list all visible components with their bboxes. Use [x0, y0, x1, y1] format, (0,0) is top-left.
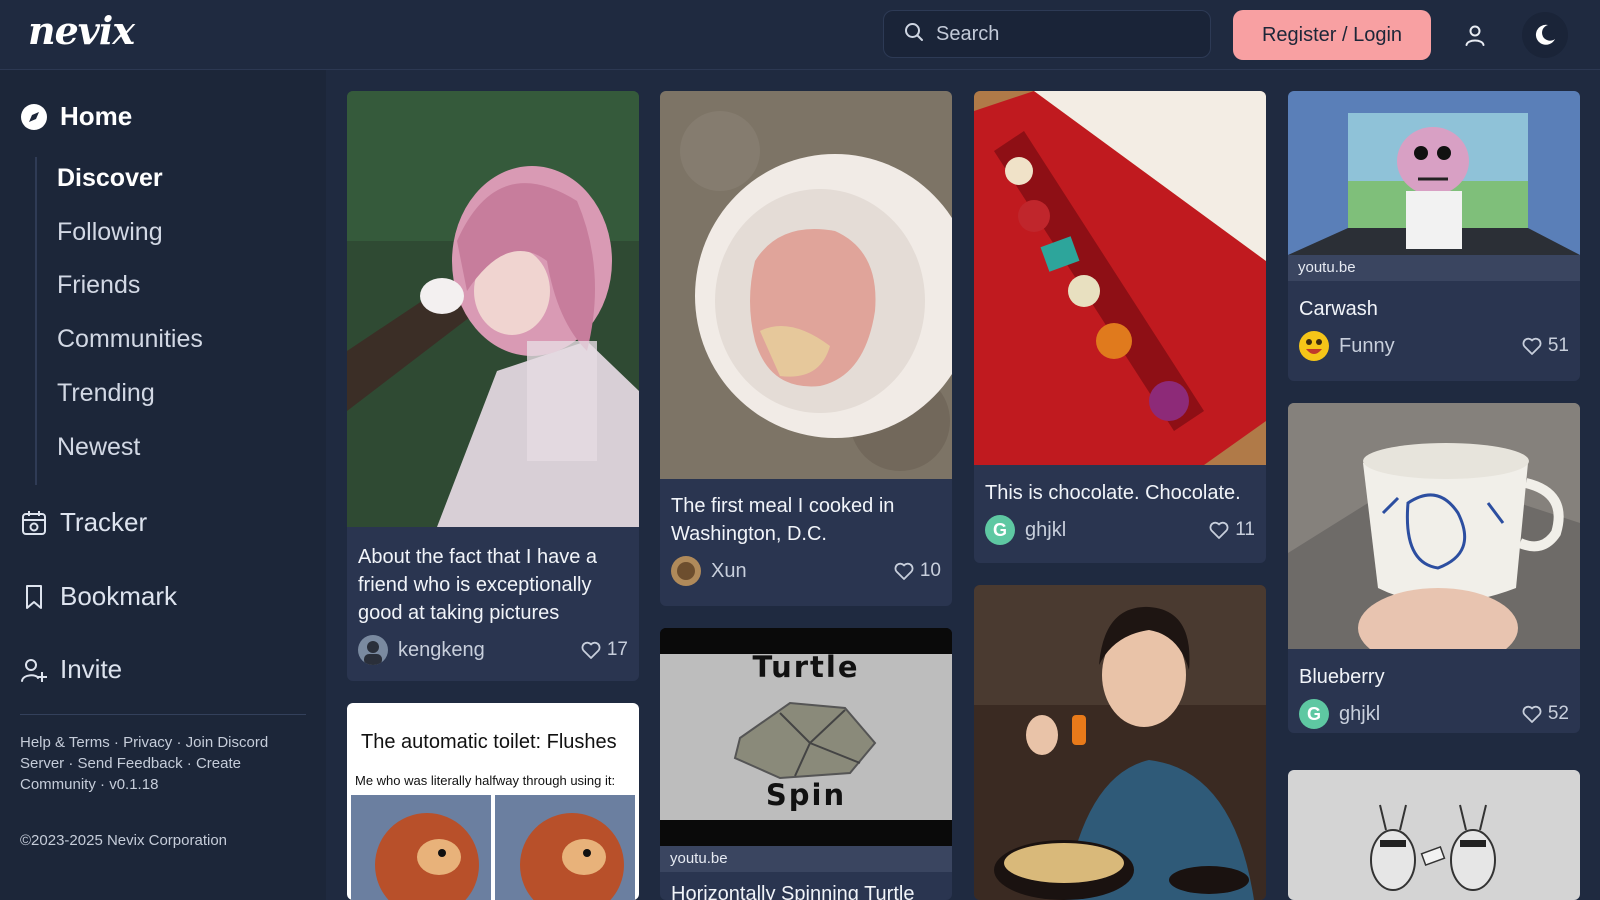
subnav-newest[interactable]: Newest [57, 433, 140, 462]
sidebar-divider [20, 714, 306, 715]
heart-icon [894, 562, 914, 580]
like-count: 52 [1547, 703, 1569, 724]
like-button[interactable]: 17 [581, 639, 628, 661]
post-image-chocolate [974, 91, 1266, 465]
post-title[interactable]: Carwash [1299, 295, 1569, 323]
post-image-blueberry [1288, 403, 1580, 649]
meme-subcaption: Me who was literally halfway through usi… [355, 773, 616, 788]
post-card-chocolate[interactable]: This is chocolate. Chocolate. G ghjkl 11 [974, 91, 1266, 563]
post-card-carwash[interactable]: youtu.be Carwash Funny 51 [1288, 91, 1580, 381]
heart-icon [1209, 521, 1229, 539]
avatar: G [985, 515, 1015, 545]
post-card-dinner[interactable] [974, 585, 1266, 900]
nav-invite[interactable]: Invite [20, 654, 122, 685]
subnav-friends[interactable]: Friends [57, 271, 140, 300]
author-name: ghjkl [1025, 518, 1067, 541]
author-name: Funny [1339, 334, 1395, 357]
send-feedback-link[interactable]: Send Feedback [78, 755, 183, 772]
sidebar: Home Discover Following Friends Communit… [0, 70, 326, 900]
post-title[interactable]: This is chocolate. Chocolate. [985, 479, 1255, 507]
help-terms-link[interactable]: Help & Terms [20, 734, 110, 751]
user-button[interactable] [1452, 12, 1498, 58]
like-button[interactable]: 11 [1209, 519, 1255, 541]
meme-caption: The automatic toilet: Flushes [361, 731, 617, 753]
post-card-bugs[interactable] [1288, 770, 1580, 900]
post-title[interactable]: Horizontally Spinning Turtle [671, 880, 941, 900]
post-card-blueberry[interactable]: Blueberry G ghjkl 52 [1288, 403, 1580, 733]
bookmark-icon [26, 584, 42, 609]
nav-tracker[interactable]: Tracker [20, 507, 147, 538]
like-count: 51 [1547, 335, 1569, 356]
post-image-bugs [1288, 770, 1580, 900]
nav-tracker-label: Tracker [60, 507, 148, 537]
author-name: Xun [711, 559, 747, 582]
post-author[interactable]: kengkeng [358, 635, 485, 665]
nav-bookmark[interactable]: Bookmark [20, 581, 177, 612]
nav-invite-label: Invite [60, 654, 123, 684]
search-icon [904, 22, 924, 47]
like-count: 17 [606, 639, 628, 660]
post-author[interactable]: G ghjkl [985, 515, 1066, 545]
search-box[interactable] [883, 10, 1211, 58]
top-bar: nevix Register / Login [0, 0, 1600, 70]
moon-icon [1535, 24, 1555, 45]
author-name: kengkeng [398, 638, 485, 661]
like-count: 10 [919, 560, 941, 581]
post-image-turtle: Turtle Spin youtu.be [660, 628, 952, 872]
discover-subnav: Discover Following Friends Communities T… [35, 157, 203, 485]
post-image-dinner [974, 585, 1266, 900]
footer-links: Help & Terms · Privacy · Join Discord Se… [20, 734, 269, 793]
search-input[interactable] [934, 21, 1188, 47]
post-title[interactable]: The first meal I cooked in Washington, D… [671, 492, 941, 548]
avatar [671, 556, 701, 586]
post-card-toilet[interactable]: The automatic toilet: Flushes Me who was… [347, 703, 639, 900]
like-button[interactable]: 10 [894, 560, 941, 582]
post-image-doll [347, 91, 639, 527]
post-card-doll[interactable]: About the fact that I have a friend who … [347, 91, 639, 681]
turtle-text-bottom: Spin [765, 778, 847, 812]
nav-home-label: Home [60, 101, 133, 131]
avatar [358, 635, 388, 665]
source-label[interactable]: youtu.be [1288, 255, 1580, 281]
subnav-trending[interactable]: Trending [57, 379, 155, 408]
calendar-icon [22, 510, 46, 535]
turtle-text-top: Turtle [752, 650, 860, 684]
post-card-meal[interactable]: The first meal I cooked in Washington, D… [660, 91, 952, 606]
like-button[interactable]: 52 [1522, 703, 1569, 725]
post-author[interactable]: Funny [1299, 331, 1395, 361]
user-icon [1465, 25, 1485, 46]
subnav-discover[interactable]: Discover [57, 164, 163, 193]
version-label: v0.1.18 [109, 776, 159, 793]
post-card-turtle[interactable]: Turtle Spin youtu.be Horizontally Spinni… [660, 628, 952, 900]
source-label[interactable]: youtu.be [660, 846, 952, 872]
post-image-carwash: youtu.be [1288, 91, 1580, 281]
post-author[interactable]: Xun [671, 556, 747, 586]
logo[interactable]: nevix [28, 8, 135, 53]
add-user-icon [21, 658, 47, 682]
avatar: G [1299, 699, 1329, 729]
post-title[interactable]: About the fact that I have a friend who … [358, 543, 628, 627]
nav-bookmark-label: Bookmark [60, 581, 178, 611]
subnav-communities[interactable]: Communities [57, 325, 203, 354]
heart-icon [1522, 705, 1542, 723]
author-name: ghjkl [1339, 702, 1381, 725]
compass-icon [21, 103, 47, 130]
copyright: ©2023-2025 Nevix Corporation [20, 832, 228, 849]
post-image-toilet: The automatic toilet: Flushes Me who was… [347, 703, 639, 900]
theme-toggle-button[interactable] [1522, 12, 1568, 58]
like-button[interactable]: 51 [1522, 335, 1569, 357]
nav-home[interactable]: Home [20, 101, 132, 132]
avatar [1299, 331, 1329, 361]
privacy-link[interactable]: Privacy [123, 734, 172, 751]
post-image-meal [660, 91, 952, 479]
register-login-button[interactable]: Register / Login [1233, 10, 1431, 60]
heart-icon [1522, 337, 1542, 355]
post-author[interactable]: G ghjkl [1299, 699, 1380, 729]
like-count: 11 [1235, 519, 1255, 540]
heart-icon [581, 641, 601, 659]
post-title[interactable]: Blueberry [1299, 663, 1569, 691]
subnav-following[interactable]: Following [57, 218, 163, 247]
